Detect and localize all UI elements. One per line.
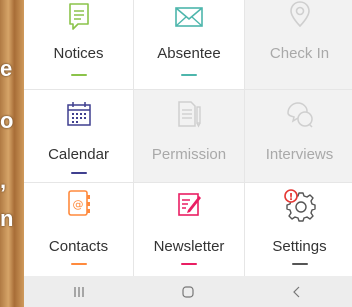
tile-label: Settings (272, 238, 327, 255)
alert-badge: ! (288, 192, 293, 203)
tile-label: Permission (151, 146, 227, 163)
tile-interviews[interactable]: Interviews (245, 90, 352, 182)
calendar-icon (66, 102, 91, 126)
android-navigation-bar (24, 276, 352, 307)
tile-label: Contacts (48, 238, 109, 255)
tile-label: Absentee (157, 45, 221, 62)
tile-check-in[interactable]: Check In (245, 0, 352, 89)
background-text-fragment: n (0, 206, 14, 231)
svg-text:@: @ (72, 198, 83, 211)
tile-accent-bar (291, 263, 308, 265)
tile-accent-bar (70, 172, 87, 174)
home-icon (182, 285, 194, 298)
background-wood-edge: e o n , (0, 0, 24, 307)
tile-label: Calendar (48, 146, 109, 163)
tile-label: Check In (269, 45, 330, 62)
chat-bubbles-icon (286, 102, 313, 128)
tile-accent-bar (181, 263, 197, 265)
tile-notices[interactable]: Notices (24, 0, 133, 89)
tile-permission[interactable]: Permission (134, 90, 244, 182)
address-book-icon: @ (67, 190, 90, 216)
back-icon (293, 286, 300, 297)
tile-contacts[interactable]: @ Contacts (24, 183, 133, 278)
newsletter-edit-icon (178, 193, 201, 216)
gear-alert-icon: ! (283, 189, 316, 222)
background-text-fragment: , (0, 168, 7, 193)
envelope-icon (175, 7, 203, 27)
notice-board-icon (68, 3, 89, 30)
menu-grid: Notices Absentee Check In Calendar Permi… (24, 0, 352, 278)
tile-calendar[interactable]: Calendar (24, 90, 133, 182)
location-pin-icon (289, 1, 310, 28)
tile-settings[interactable]: ! Settings (245, 183, 352, 278)
background-text-fragment: o (0, 108, 14, 133)
tile-accent-bar (70, 74, 87, 76)
tile-accent-bar (181, 74, 197, 76)
tile-label: Newsletter (153, 238, 225, 255)
tile-newsletter[interactable]: Newsletter (134, 183, 244, 278)
back-button[interactable] (267, 276, 327, 307)
recent-apps-button[interactable] (49, 276, 109, 307)
tile-label: Notices (53, 45, 104, 62)
document-pen-icon (178, 101, 201, 128)
home-button[interactable] (158, 276, 218, 307)
tile-accent-bar (70, 263, 87, 265)
background-text-fragment: e (0, 56, 13, 81)
tile-absentee[interactable]: Absentee (134, 0, 244, 89)
tile-label: Interviews (265, 146, 334, 163)
recent-apps-icon (74, 286, 84, 297)
